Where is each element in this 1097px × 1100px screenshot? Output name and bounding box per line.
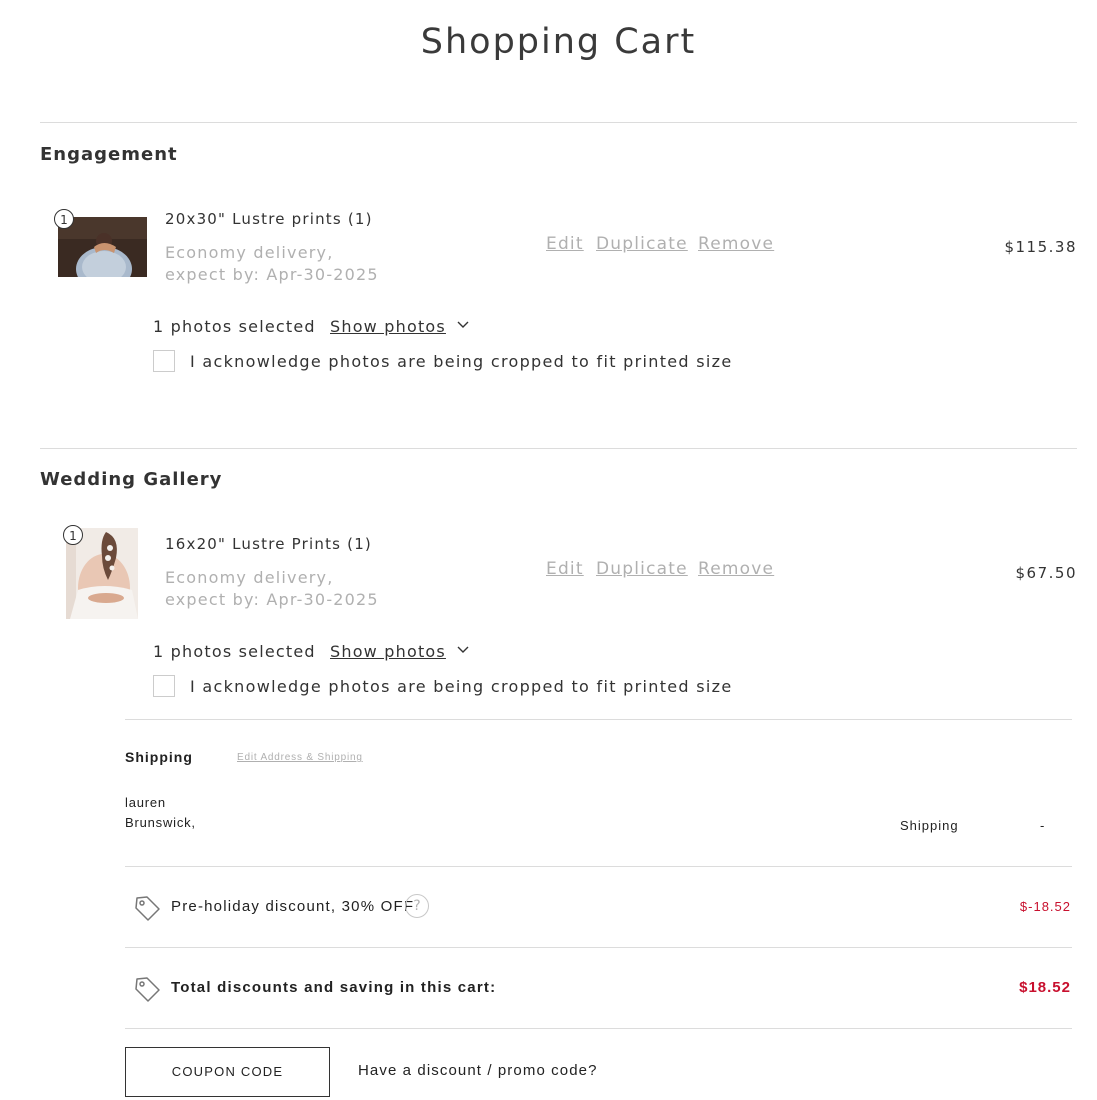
divider [125, 866, 1072, 867]
show-photos-label: Show photos [330, 642, 446, 661]
chevron-down-icon [457, 321, 469, 328]
edit-address-shipping-link[interactable]: Edit Address & Shipping [237, 752, 363, 763]
section-title-wedding-gallery: Wedding Gallery [40, 469, 223, 490]
delivery-date: expect by: Apr-30-2025 [165, 590, 379, 609]
promo-code-prompt: Have a discount / promo code? [358, 1062, 598, 1079]
edit-link[interactable]: Edit [546, 234, 584, 254]
tag-icon [135, 896, 160, 921]
photos-selected-count: 1 photos selected [153, 317, 316, 336]
shipping-name: lauren [125, 795, 166, 810]
delivery-method: Economy delivery, [165, 568, 334, 587]
total-discount-label: Total discounts and saving in this cart: [171, 979, 497, 996]
delivery-date: expect by: Apr-30-2025 [165, 265, 379, 284]
engagement-photo-image [58, 217, 147, 277]
item-price: $115.38 [1004, 238, 1077, 256]
show-photos-label: Show photos [330, 317, 446, 336]
product-name: 16x20" Lustre Prints (1) [165, 535, 372, 553]
divider [40, 122, 1077, 123]
delivery-estimate: Economy delivery, expect by: Apr-30-2025 [165, 567, 379, 611]
item-index-badge: 1 [54, 209, 74, 229]
section-title-engagement: Engagement [40, 144, 178, 165]
question-circle-icon[interactable]: ? [405, 894, 429, 918]
duplicate-link[interactable]: Duplicate [596, 559, 688, 579]
total-discount-amount: $18.52 [1019, 979, 1071, 996]
coupon-code-button[interactable]: COUPON CODE [125, 1047, 330, 1097]
discount-amount: $-18.52 [1019, 899, 1071, 914]
shipping-city: Brunswick, [125, 815, 196, 830]
page-title: Shopping Cart [420, 22, 697, 62]
divider [125, 719, 1072, 720]
crop-acknowledge-label: I acknowledge photos are being cropped t… [190, 677, 733, 696]
tag-icon [135, 977, 160, 1002]
shipping-cost-label: Shipping [900, 818, 959, 833]
crop-acknowledge-checkbox[interactable] [153, 350, 175, 372]
crop-acknowledge-checkbox[interactable] [153, 675, 175, 697]
crop-acknowledge-label: I acknowledge photos are being cropped t… [190, 352, 733, 371]
show-photos-toggle[interactable]: Show photos [330, 642, 470, 661]
discount-label: Pre-holiday discount, 30% OFF [171, 898, 415, 915]
show-photos-toggle[interactable]: Show photos [330, 317, 470, 336]
remove-link[interactable]: Remove [698, 559, 774, 579]
shipping-cost-value: - [1040, 818, 1045, 833]
chevron-down-icon [457, 646, 469, 653]
divider [40, 448, 1077, 449]
delivery-method: Economy delivery, [165, 243, 334, 262]
product-name: 20x30" Lustre prints (1) [165, 210, 373, 228]
item-index-badge: 1 [63, 525, 83, 545]
divider [125, 947, 1072, 948]
delivery-estimate: Economy delivery, expect by: Apr-30-2025 [165, 242, 379, 286]
duplicate-link[interactable]: Duplicate [596, 234, 688, 254]
edit-link[interactable]: Edit [546, 559, 584, 579]
shipping-title: Shipping [125, 749, 193, 765]
photos-selected-count: 1 photos selected [153, 642, 316, 661]
remove-link[interactable]: Remove [698, 234, 774, 254]
item-price: $67.50 [1015, 564, 1077, 582]
product-thumbnail[interactable] [58, 217, 147, 277]
divider [125, 1028, 1072, 1029]
